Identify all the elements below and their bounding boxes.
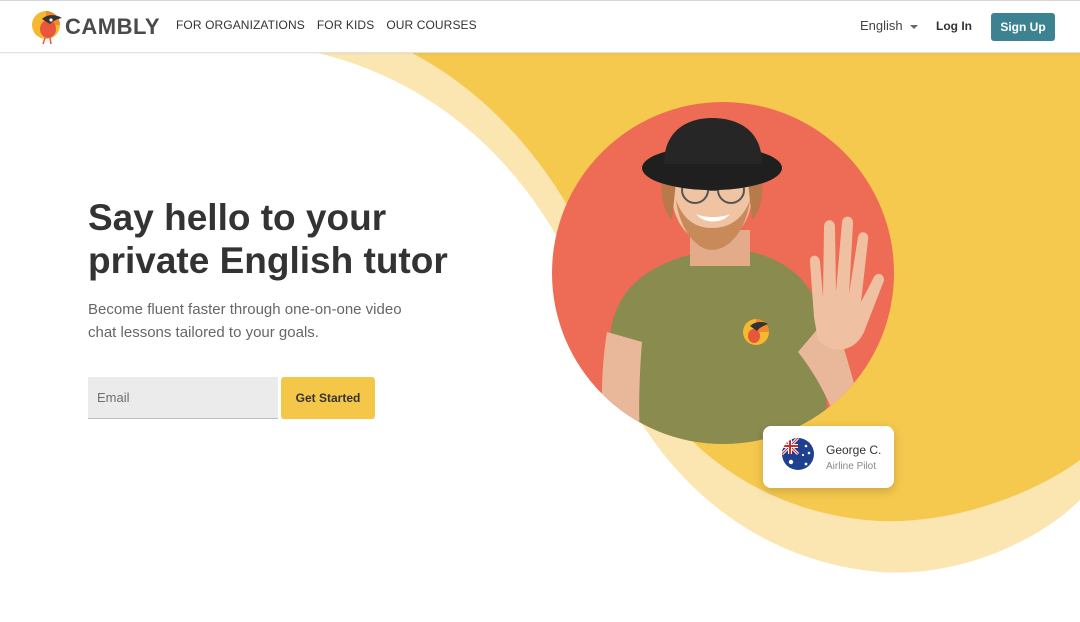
nav-item-our-courses[interactable]: OUR COURSES bbox=[386, 18, 476, 32]
nav-item-for-kids[interactable]: FOR KIDS bbox=[317, 18, 374, 32]
language-label: English bbox=[860, 18, 903, 33]
logo-wordmark: CAMBLY bbox=[65, 14, 161, 39]
signup-button[interactable]: Sign Up bbox=[991, 13, 1055, 41]
login-link[interactable]: Log In bbox=[936, 19, 972, 33]
top-navigation-bar: CAMBLY FOR ORGANIZATIONS FOR KIDS OUR CO… bbox=[0, 0, 1080, 53]
language-selector[interactable]: English bbox=[860, 18, 918, 33]
tutor-card: George C. Airline Pilot bbox=[763, 426, 894, 488]
tutor-photo bbox=[552, 102, 894, 444]
tutor-role: Airline Pilot bbox=[826, 461, 877, 472]
nav-item-for-organizations[interactable]: FOR ORGANIZATIONS bbox=[176, 18, 305, 32]
email-input[interactable] bbox=[88, 377, 278, 419]
main-nav: FOR ORGANIZATIONS FOR KIDS OUR COURSES bbox=[176, 18, 489, 32]
tutor-name: George C. bbox=[826, 443, 882, 457]
hero-title: Say hello to your private English tutor bbox=[88, 197, 448, 281]
hero-subtitle: Become fluent faster through one-on-one … bbox=[88, 301, 402, 341]
cambly-logo[interactable]: CAMBLY bbox=[31, 9, 160, 45]
australia-flag-icon bbox=[782, 438, 814, 470]
chevron-down-icon bbox=[909, 24, 918, 29]
cambly-bird-logo-icon bbox=[32, 11, 62, 45]
get-started-button[interactable]: Get Started bbox=[281, 377, 375, 419]
